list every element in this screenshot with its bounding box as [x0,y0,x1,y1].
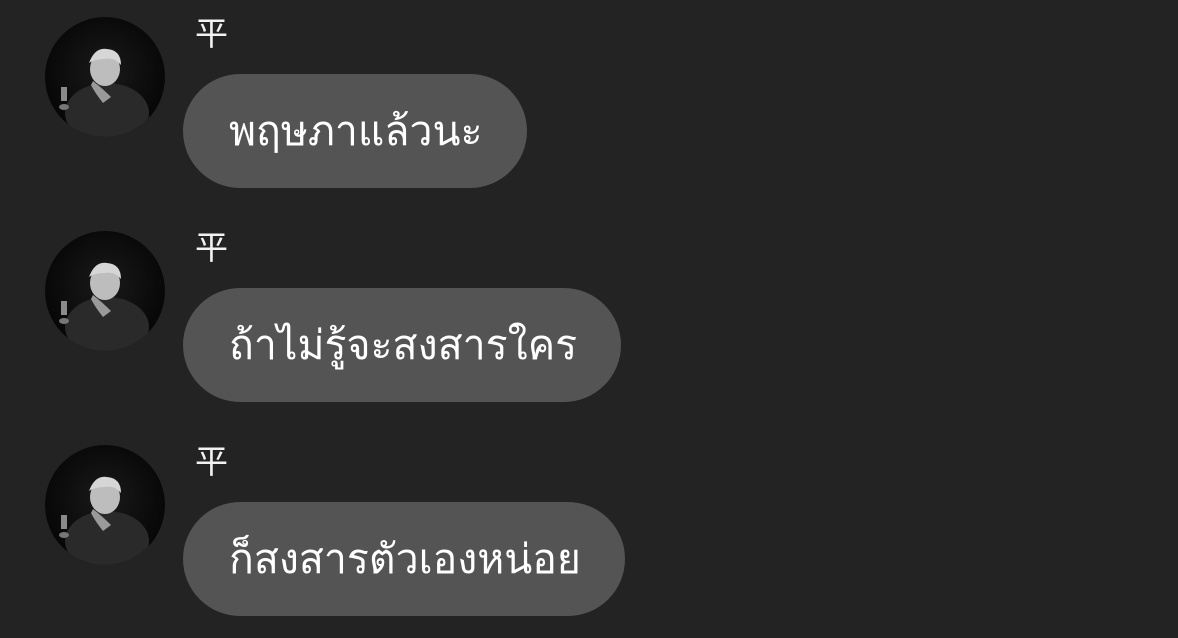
message-bubble[interactable]: ก็สงสารตัวเองหน่อย [183,502,625,616]
message-bubble[interactable]: ถ้าไม่รู้จะสงสารใคร [183,288,622,402]
avatar-photo [59,48,149,137]
message-text: ถ้าไม่รู้จะสงสารใคร [229,320,578,369]
avatar-photo [59,262,149,351]
sender-name: 平 [195,14,228,53]
chat-thread: 平 พฤษภาแล้วนะ 平 ถ้าไม่รู้จะสงสารใคร 平 ก็… [0,0,1178,638]
sender-name: 平 [195,442,228,481]
message-row: 平 ก็สงสารตัวเองหน่อย [0,428,1178,638]
sender-name: 平 [195,228,228,267]
user-avatar-icon[interactable] [45,445,165,565]
message-text: พฤษภาแล้วนะ [229,106,483,155]
message-text: ก็สงสารตัวเองหน่อย [229,534,581,583]
user-avatar-icon[interactable] [45,17,165,137]
message-row: 平 ถ้าไม่รู้จะสงสารใคร [0,214,1178,428]
user-avatar-icon[interactable] [45,231,165,351]
avatar-photo [59,476,149,565]
message-bubble[interactable]: พฤษภาแล้วนะ [183,74,527,188]
message-row: 平 พฤษภาแล้วนะ [0,0,1178,214]
